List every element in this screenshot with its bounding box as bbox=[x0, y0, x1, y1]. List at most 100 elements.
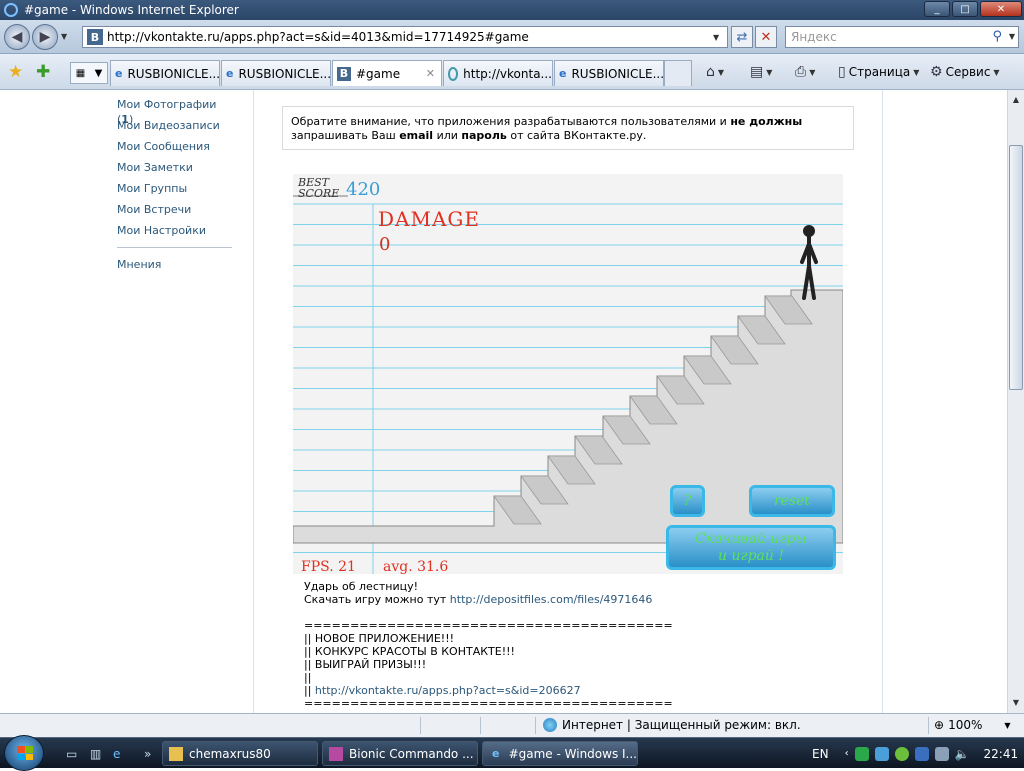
switch-windows-icon[interactable]: ▥ bbox=[90, 747, 106, 761]
search-icon[interactable]: ⚲ bbox=[992, 29, 1002, 44]
page-menu-label: Страница bbox=[848, 65, 911, 79]
sidebar-item-events[interactable]: Мои Встречи bbox=[117, 202, 232, 223]
more-quicklaunch[interactable]: » bbox=[144, 747, 160, 761]
feeds-button[interactable]: ▤ ▼ bbox=[750, 64, 772, 80]
scroll-up-icon[interactable]: ▲ bbox=[1010, 93, 1022, 105]
zoom-control[interactable]: ⊕ 100% ▼ bbox=[934, 718, 1011, 732]
close-tab-icon[interactable]: ✕ bbox=[426, 67, 435, 80]
favorites-star-icon[interactable]: ★ bbox=[8, 62, 23, 82]
chevron-down-icon: ▼ bbox=[717, 67, 725, 77]
taskbar-item-folder[interactable]: chemaxrus80 bbox=[162, 741, 318, 766]
address-field[interactable]: В http://vkontakte.ru/apps.php?act=s&id=… bbox=[82, 26, 728, 48]
download-link[interactable]: http://depositfiles.com/files/4971646 bbox=[450, 593, 653, 606]
taskbar: ▭ ▥ e » chemaxrus80 Bionic Commando ... … bbox=[0, 735, 1024, 771]
print-button[interactable]: ⎙ ▼ bbox=[795, 64, 815, 80]
tray-connection-icon[interactable] bbox=[934, 746, 949, 761]
tools-menu[interactable]: ⚙ Сервис ▼ bbox=[930, 64, 1000, 80]
address-toolbar: ◀ ▶ ▼ В http://vkontakte.ru/apps.php?act… bbox=[0, 20, 1024, 54]
help-button[interactable]: ? bbox=[670, 485, 705, 517]
download-games-button[interactable]: Скачивай игры и играй ! bbox=[666, 525, 836, 570]
maximize-button[interactable]: □ bbox=[952, 1, 978, 17]
tab-label: RUSBIONICLE... bbox=[238, 66, 331, 81]
add-favorites-icon[interactable]: ✚ bbox=[36, 62, 50, 82]
column-divider bbox=[253, 90, 254, 713]
status-divider bbox=[535, 717, 536, 734]
forward-arrow-icon: ▶ bbox=[39, 29, 51, 45]
sidebar-item-groups[interactable]: Мои Группы bbox=[117, 181, 232, 202]
search-dropdown-icon[interactable]: ▼ bbox=[1009, 32, 1015, 41]
close-window-button[interactable]: ✕ bbox=[980, 1, 1022, 17]
forward-button[interactable]: ▶ bbox=[32, 24, 58, 50]
tray-network-icon[interactable] bbox=[874, 746, 889, 761]
sidebar-item-settings[interactable]: Мои Настройки bbox=[117, 223, 232, 244]
tab-label: RUSBIONICLE... bbox=[127, 66, 220, 81]
tools-menu-label: Сервис bbox=[945, 65, 991, 79]
address-url[interactable]: http://vkontakte.ru/apps.php?act=s&id=40… bbox=[107, 30, 713, 44]
tab-vkontakte[interactable]: http://vkonta... bbox=[443, 60, 553, 86]
tab-label: RUSBIONICLE... bbox=[571, 66, 664, 81]
page-menu[interactable]: ▯ Страница ▼ bbox=[838, 64, 919, 80]
sidebar-item-notes[interactable]: Мои Заметки bbox=[117, 160, 232, 181]
tray-app-icon[interactable] bbox=[854, 746, 869, 761]
home-button[interactable]: ⌂ ▼ bbox=[706, 64, 724, 80]
printer-icon: ⎙ bbox=[795, 64, 807, 80]
vk-site-icon: В bbox=[337, 66, 351, 81]
promo-app-link[interactable]: http://vkontakte.ru/apps.php?act=s&id=20… bbox=[315, 684, 581, 697]
language-indicator[interactable]: EN bbox=[812, 747, 829, 761]
tray-update-icon[interactable] bbox=[894, 746, 909, 761]
promo-line: || bbox=[304, 684, 315, 697]
minimize-button[interactable]: _ bbox=[924, 1, 950, 17]
ie-icon: e bbox=[492, 747, 500, 760]
quick-tabs-button[interactable]: ▦ ▼ bbox=[70, 62, 108, 84]
folder-icon bbox=[169, 746, 183, 761]
refresh-icon: ⇄ bbox=[736, 29, 748, 45]
security-zone-text: Интернет | Защищенный режим: вкл. bbox=[562, 718, 801, 732]
back-button[interactable]: ◀ bbox=[4, 24, 30, 50]
system-tray: EN ‹ 🔈 22:41 bbox=[812, 738, 1018, 769]
ie-page-icon: e bbox=[226, 67, 234, 80]
tab-list-dropdown-icon[interactable]: ▼ bbox=[95, 68, 103, 79]
avg-fps-readout: avg. 31.6 bbox=[383, 559, 449, 574]
winrar-icon bbox=[329, 746, 343, 761]
vk-site-icon: В bbox=[87, 29, 103, 45]
security-zone[interactable]: Интернет | Защищенный режим: вкл. bbox=[543, 718, 801, 732]
tray-expand-icon[interactable]: ‹ bbox=[845, 748, 849, 759]
game-canvas[interactable]: BEST SCORE 420 DAMAGE 0 ? reset Скачивай … bbox=[293, 174, 843, 574]
scroll-thumb[interactable] bbox=[1009, 145, 1023, 390]
search-placeholder: Яндекс bbox=[791, 30, 837, 44]
stop-icon: ✕ bbox=[760, 29, 772, 45]
vertical-scrollbar[interactable]: ▲ ▼ bbox=[1007, 90, 1024, 713]
sidebar-item-photos[interactable]: Мои Фотографии (1) bbox=[117, 97, 232, 126]
sidebar-divider bbox=[117, 247, 232, 248]
address-dropdown-icon[interactable]: ▼ bbox=[713, 33, 727, 42]
show-desktop-icon[interactable]: ▭ bbox=[66, 747, 82, 761]
zoom-dropdown-icon[interactable]: ▼ bbox=[1004, 721, 1010, 730]
tray-security-icon[interactable] bbox=[914, 746, 929, 761]
download-text: Скачать игру можно тут bbox=[304, 593, 450, 606]
damage-label: DAMAGE bbox=[378, 207, 480, 231]
tab-label: http://vkonta... bbox=[463, 66, 552, 81]
status-divider bbox=[420, 717, 421, 734]
volume-icon[interactable]: 🔈 bbox=[955, 747, 970, 761]
scroll-down-icon[interactable]: ▼ bbox=[1010, 696, 1022, 708]
zoom-icon: ⊕ bbox=[934, 718, 945, 732]
taskbar-item-ie[interactable]: e #game - Windows I... bbox=[482, 741, 638, 766]
stop-button[interactable]: ✕ bbox=[755, 26, 777, 48]
sidebar-item-videos[interactable]: Мои Видеозаписи bbox=[117, 118, 232, 139]
tab-game[interactable]: В #game ✕ bbox=[332, 60, 442, 86]
sidebar-item-opinions[interactable]: Мнения bbox=[117, 257, 232, 278]
taskbar-item-winrar[interactable]: Bionic Commando ... bbox=[322, 741, 478, 766]
history-dropdown-icon[interactable]: ▼ bbox=[61, 32, 67, 41]
reset-button[interactable]: reset bbox=[749, 485, 835, 517]
search-field[interactable]: Яндекс ⚲ ▼ bbox=[785, 26, 1019, 48]
start-button[interactable] bbox=[4, 735, 44, 771]
sidebar-item-messages[interactable]: Мои Сообщения bbox=[117, 139, 232, 160]
clock[interactable]: 22:41 bbox=[984, 747, 1019, 761]
refresh-button[interactable]: ⇄ bbox=[731, 26, 753, 48]
tab-rusbionicle-1[interactable]: e RUSBIONICLE... bbox=[110, 60, 220, 86]
ie-quicklaunch-icon[interactable]: e bbox=[113, 747, 129, 761]
tab-rusbionicle-3[interactable]: e RUSBIONICLE... bbox=[554, 60, 664, 86]
tab-rusbionicle-2[interactable]: e RUSBIONICLE... bbox=[221, 60, 331, 86]
new-tab-button[interactable] bbox=[664, 60, 692, 86]
status-divider bbox=[480, 717, 481, 734]
